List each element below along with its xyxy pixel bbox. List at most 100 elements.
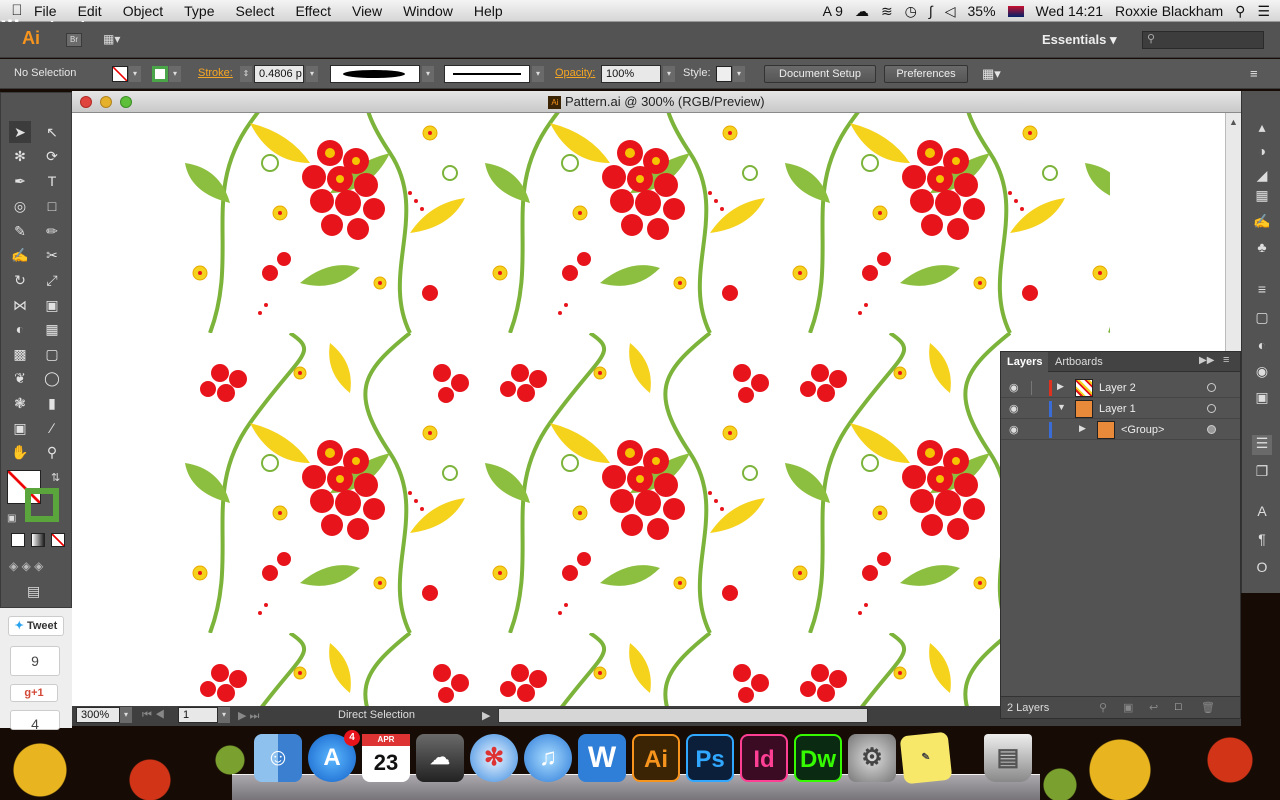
shape-builder-tool-icon[interactable]: ◐ xyxy=(9,318,31,340)
stroke-weight-field[interactable]: 0.4806 p xyxy=(254,65,304,83)
time-machine-icon[interactable]: ◷ xyxy=(905,3,917,20)
lock-column[interactable] xyxy=(1031,381,1032,395)
current-tool-status[interactable]: Direct Selection xyxy=(338,709,415,721)
new-sublayer-icon[interactable]: ↩ xyxy=(1149,701,1158,714)
tweet-button[interactable]: ✦ Tweet xyxy=(8,616,64,636)
visibility-eye-icon[interactable]: ◉ xyxy=(1009,423,1019,436)
bluetooth-icon[interactable]: ∫ xyxy=(929,3,933,19)
perspective-grid-tool-icon[interactable]: ▦ xyxy=(41,318,63,340)
none-mode-icon[interactable] xyxy=(51,533,65,547)
opacity-label[interactable]: Opacity: xyxy=(555,67,595,79)
pen-tool-icon[interactable]: ✒ xyxy=(9,170,31,192)
default-colors-icon[interactable]: ▣ xyxy=(7,513,16,524)
battery-status[interactable]: 35% xyxy=(968,3,996,19)
target-icon[interactable] xyxy=(1207,425,1216,434)
menu-type[interactable]: Type xyxy=(184,3,214,19)
paintbrush-tool-icon[interactable]: ✎ xyxy=(9,220,31,242)
clock[interactable]: Wed 14:21 xyxy=(1036,3,1103,19)
artboard-number-field[interactable]: 1 xyxy=(178,707,218,723)
opacity-dropdown[interactable]: ▾ xyxy=(663,66,675,82)
visibility-eye-icon[interactable]: ◉ xyxy=(1009,381,1019,394)
gradient-panel-icon[interactable]: ▢ xyxy=(1252,309,1272,329)
swatches-panel-icon[interactable]: ▦ xyxy=(1252,187,1272,207)
symbol-sprayer-tool-icon[interactable]: ❃ xyxy=(9,392,31,414)
spotlight-icon[interactable]: ⚲ xyxy=(1235,3,1245,20)
scroll-up-icon[interactable]: ▲ xyxy=(1229,117,1238,127)
menu-help[interactable]: Help xyxy=(474,3,503,19)
workspace-switcher[interactable]: Essentials ▾ xyxy=(1042,32,1116,48)
swap-colors-icon[interactable]: ⇅ xyxy=(51,471,60,484)
illustrator-dock-icon[interactable]: Ai xyxy=(632,734,680,782)
selection-tool-icon[interactable]: ➤ xyxy=(9,121,31,143)
brushes-panel-icon[interactable]: ✍ xyxy=(1252,213,1272,233)
photoshop-dock-icon[interactable]: Ps xyxy=(686,734,734,782)
artboard-tool-icon[interactable]: ▣ xyxy=(9,417,31,439)
system-preferences-icon[interactable]: ⚙ xyxy=(848,734,896,782)
wifi-icon[interactable]: ≋ xyxy=(881,3,893,20)
menu-effect[interactable]: Effect xyxy=(295,3,331,19)
calendar-icon[interactable]: APR 23 xyxy=(362,734,410,782)
zoom-level-field[interactable]: 300% xyxy=(76,707,120,723)
artboard-nav-first-icon[interactable]: ⏮ ◀ xyxy=(142,709,165,722)
color-panel-icon[interactable]: ◑ xyxy=(1252,143,1272,163)
scroll-arrow-icon[interactable]: ▴ xyxy=(1252,119,1272,139)
appearance-panel-icon[interactable]: ◉ xyxy=(1252,363,1272,383)
word-icon[interactable]: W xyxy=(578,734,626,782)
google-plus-button[interactable]: g+1 xyxy=(10,684,58,702)
eyedropper-tool-icon[interactable]: ❦ xyxy=(9,367,31,389)
user-name[interactable]: Roxxie Blackham xyxy=(1115,3,1223,19)
color-mode-icon[interactable] xyxy=(11,533,25,547)
stroke-weight-dropdown[interactable]: ▾ xyxy=(306,66,318,82)
layer-row[interactable]: ◉ ▶ Layer 2 xyxy=(1001,378,1240,398)
zoom-tool-icon[interactable]: ⚲ xyxy=(41,441,63,463)
type-tool-icon[interactable]: T xyxy=(41,170,63,192)
opacity-field[interactable]: 100% xyxy=(601,65,661,83)
width-tool-icon[interactable]: ⋈ xyxy=(9,294,31,316)
isolate-icon[interactable]: ▦▾ xyxy=(982,66,1001,82)
graphic-style-swatch[interactable] xyxy=(716,66,732,82)
artboard-dropdown[interactable]: ▾ xyxy=(218,707,230,723)
visibility-eye-icon[interactable]: ◉ xyxy=(1009,402,1019,415)
flag-icon[interactable] xyxy=(1007,5,1024,17)
scale-tool-icon[interactable]: ⤢ xyxy=(41,269,63,291)
blob-brush-tool-icon[interactable]: ✍ xyxy=(9,244,31,266)
minimize-window-button[interactable] xyxy=(100,96,112,108)
stroke-panel-icon[interactable]: ≡ xyxy=(1252,281,1272,301)
lasso-tool-icon[interactable]: ⟳ xyxy=(41,145,63,167)
hand-tool-icon[interactable]: ✋ xyxy=(9,441,31,463)
document-setup-button[interactable]: Document Setup xyxy=(764,65,876,83)
app-store-icon[interactable]: A4 xyxy=(308,730,360,782)
brush-profile-field[interactable] xyxy=(330,65,420,83)
tab-artboards[interactable]: Artboards xyxy=(1049,352,1109,372)
gradient-tool-icon[interactable]: ▢ xyxy=(41,343,63,365)
menu-view[interactable]: View xyxy=(352,3,382,19)
close-window-button[interactable] xyxy=(80,96,92,108)
trash-icon[interactable]: ▤ xyxy=(984,734,1032,782)
scissors-tool-icon[interactable]: ✂ xyxy=(41,244,63,266)
tab-layers[interactable]: Layers xyxy=(1001,352,1049,372)
variable-width-field[interactable] xyxy=(444,65,530,83)
spiral-tool-icon[interactable]: ◎ xyxy=(9,195,31,217)
layers-panel-icon[interactable]: ☰ xyxy=(1252,435,1272,455)
magic-wand-tool-icon[interactable]: ✻ xyxy=(9,145,31,167)
stroke-label[interactable]: Stroke: xyxy=(198,67,233,79)
menu-select[interactable]: Select xyxy=(236,3,275,19)
graphic-style-dropdown[interactable]: ▾ xyxy=(733,66,745,82)
expand-arrow-icon[interactable]: ▶ xyxy=(1079,423,1086,434)
stroke-stepper[interactable]: ⇕ xyxy=(240,66,252,82)
rotate-tool-icon[interactable]: ↻ xyxy=(9,269,31,291)
iphoto-icon[interactable]: ☁ xyxy=(416,734,464,782)
delete-layer-icon[interactable]: 🗑 xyxy=(1201,701,1215,714)
artboards-panel-icon[interactable]: ❐ xyxy=(1252,463,1272,483)
zoom-dropdown[interactable]: ▾ xyxy=(120,707,132,723)
itunes-icon[interactable]: ♫ xyxy=(524,734,572,782)
arrange-documents-icon[interactable]: ▦▾ xyxy=(103,32,133,48)
layer-row[interactable]: ◉ ▼ Layer 1 xyxy=(1001,399,1240,419)
slice-tool-icon[interactable]: ∕ xyxy=(41,417,63,439)
draw-mode-icons[interactable]: ◈ ◈ ◈ xyxy=(9,559,43,573)
expand-arrow-icon[interactable]: ▶ xyxy=(1057,381,1064,392)
finder-icon[interactable]: ☺ xyxy=(254,734,302,782)
brush-profile-dropdown[interactable]: ▾ xyxy=(422,66,434,82)
layer-name[interactable]: Layer 2 xyxy=(1099,382,1136,394)
layer-name[interactable]: Layer 1 xyxy=(1099,403,1136,415)
